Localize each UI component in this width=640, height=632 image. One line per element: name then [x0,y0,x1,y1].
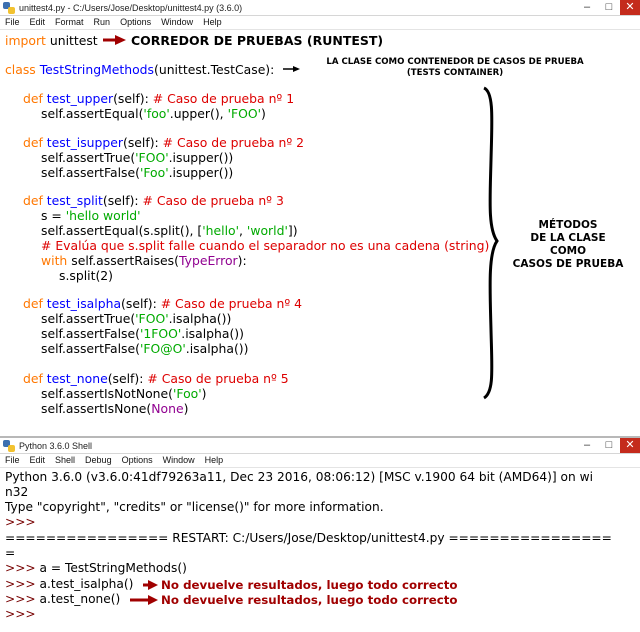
methods-annotation-line2: DE LA CLASE [530,232,606,244]
methods-annotation-line4: CASOS DE PRUEBA [512,258,624,270]
arrow-result-1-icon [143,580,158,590]
container-annotation-line2: (TESTS CONTAINER) [406,68,504,78]
editor-window: unittest4.py - C:/Users/Jose/Desktop/uni… [0,0,640,438]
methods-annotation-line3: COMO [549,245,586,257]
methods-annotation-line1: MÉTODOS [538,219,598,231]
shell-window: Python 3.6.0 Shell – □ ✕ File Edit Shell… [0,438,640,632]
arrow-container-icon [283,66,300,72]
arrow-result-2-icon [130,595,158,605]
result-annotation-1: No devuelve resultados, luego todo corre… [161,578,458,592]
runner-annotation: CORREDOR DE PRUEBAS (RUNTEST) [131,33,384,48]
result-annotation-2: No devuelve resultados, luego todo corre… [161,593,458,607]
container-annotation-line1: LA CLASE COMO CONTENEDOR DE CASOS DE PRU… [326,57,584,67]
arrow-runner-icon [103,35,126,45]
curly-brace-icon [483,86,499,400]
